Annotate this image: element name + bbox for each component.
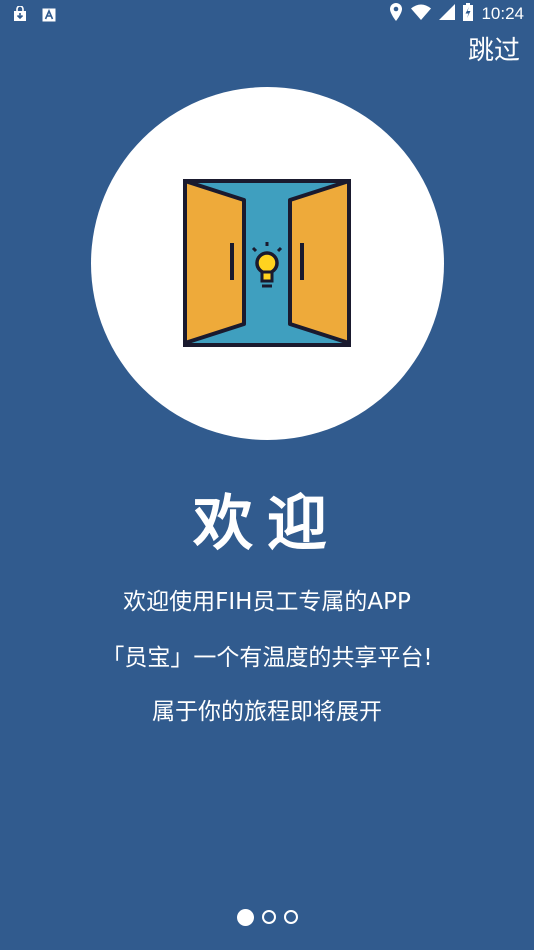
keyboard-a-icon bbox=[42, 7, 56, 26]
door-lightbulb-icon bbox=[182, 178, 352, 352]
download-bag-icon bbox=[12, 5, 28, 26]
battery-charging-icon bbox=[463, 3, 474, 25]
cell-signal-icon bbox=[439, 4, 456, 24]
wifi-icon bbox=[411, 4, 432, 24]
page-dot-3[interactable] bbox=[283, 910, 298, 924]
status-time: 10:24 bbox=[481, 4, 524, 23]
page-indicator bbox=[0, 909, 534, 926]
description-line-1: 欢迎使用FIH员工专属的APP bbox=[123, 589, 411, 615]
location-icon bbox=[389, 3, 403, 25]
description-line-2: 「员宝」一个有温度的共享平台! bbox=[101, 645, 433, 671]
description-line-3: 属于你的旅程即将展开 bbox=[152, 699, 382, 725]
welcome-title: 欢迎 bbox=[193, 489, 341, 559]
status-bar: 10:24 bbox=[0, 0, 534, 28]
page-dot-2[interactable] bbox=[261, 910, 276, 924]
skip-button[interactable]: 跳过 bbox=[468, 30, 520, 67]
page-dot-1[interactable] bbox=[236, 909, 254, 926]
